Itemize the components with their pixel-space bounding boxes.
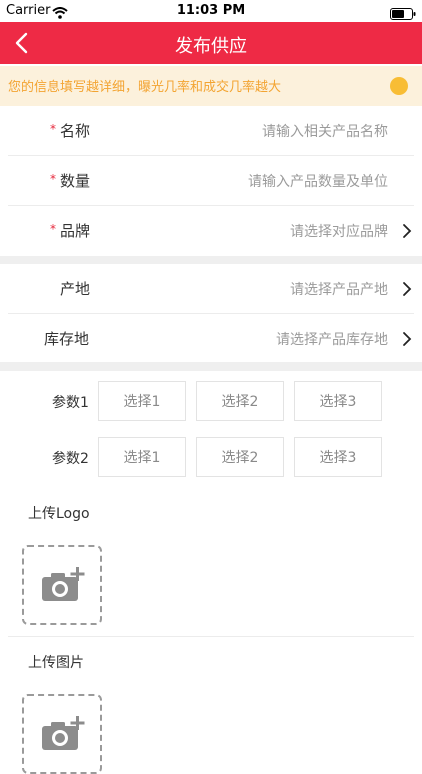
quantity-label: 数量 xyxy=(60,172,91,190)
upload-logo-title: 上传Logo xyxy=(28,506,90,522)
stock-location-label: 库存地 xyxy=(44,330,90,348)
param2-option-1[interactable]: 选择1 xyxy=(98,437,186,477)
param2-option-3[interactable]: 选择3 xyxy=(294,437,382,477)
quantity-row[interactable]: * 数量 请输入产品数量及单位 xyxy=(0,156,422,206)
stock-location-row[interactable]: 库存地 请选择产品库存地 xyxy=(0,314,422,364)
chevron-right-icon xyxy=(403,224,412,238)
name-row[interactable]: * 名称 请输入相关产品名称 xyxy=(0,106,422,156)
origin-row[interactable]: 产地 请选择产品产地 xyxy=(0,264,422,314)
required-mark: * xyxy=(50,222,56,236)
status-bar: Carrier 11:03 PM xyxy=(0,0,422,22)
param1-option-1[interactable]: 选择1 xyxy=(98,381,186,421)
name-input[interactable]: 请输入相关产品名称 xyxy=(262,121,388,141)
camera-add-icon xyxy=(42,716,85,750)
chevron-right-icon xyxy=(403,282,412,296)
required-mark: * xyxy=(50,172,56,186)
camera-add-icon xyxy=(42,567,85,601)
origin-label: 产地 xyxy=(60,280,91,298)
name-label: 名称 xyxy=(60,122,91,140)
brand-select[interactable]: 请选择对应品牌 xyxy=(290,221,388,241)
param2-label: 参数2 xyxy=(52,451,89,467)
chevron-right-icon xyxy=(403,332,412,346)
notice-dot-icon xyxy=(390,77,408,95)
param1-option-3[interactable]: 选择3 xyxy=(294,381,382,421)
param1-option-2[interactable]: 选择2 xyxy=(196,381,284,421)
upload-image-button[interactable] xyxy=(22,694,102,774)
origin-select[interactable]: 请选择产品产地 xyxy=(290,279,388,299)
param2-option-2[interactable]: 选择2 xyxy=(196,437,284,477)
upload-logo-button[interactable] xyxy=(22,545,102,625)
notice-banner: 您的信息填写越详细，曝光几率和成交几率越大 xyxy=(0,66,422,107)
nav-bar: 发布供应 xyxy=(0,22,422,64)
section-gap xyxy=(0,362,422,371)
divider xyxy=(8,636,414,637)
stock-location-select[interactable]: 请选择产品库存地 xyxy=(276,329,388,349)
required-mark: * xyxy=(50,122,56,136)
status-time: 11:03 PM xyxy=(176,3,246,18)
upload-image-title: 上传图片 xyxy=(28,655,84,671)
page-title: 发布供应 xyxy=(175,36,247,57)
brand-row[interactable]: * 品牌 请选择对应品牌 xyxy=(0,206,422,256)
brand-label: 品牌 xyxy=(60,222,91,240)
notice-text: 您的信息填写越详细，曝光几率和成交几率越大 xyxy=(8,80,282,95)
param1-label: 参数1 xyxy=(52,395,89,411)
quantity-input[interactable]: 请输入产品数量及单位 xyxy=(248,171,388,191)
